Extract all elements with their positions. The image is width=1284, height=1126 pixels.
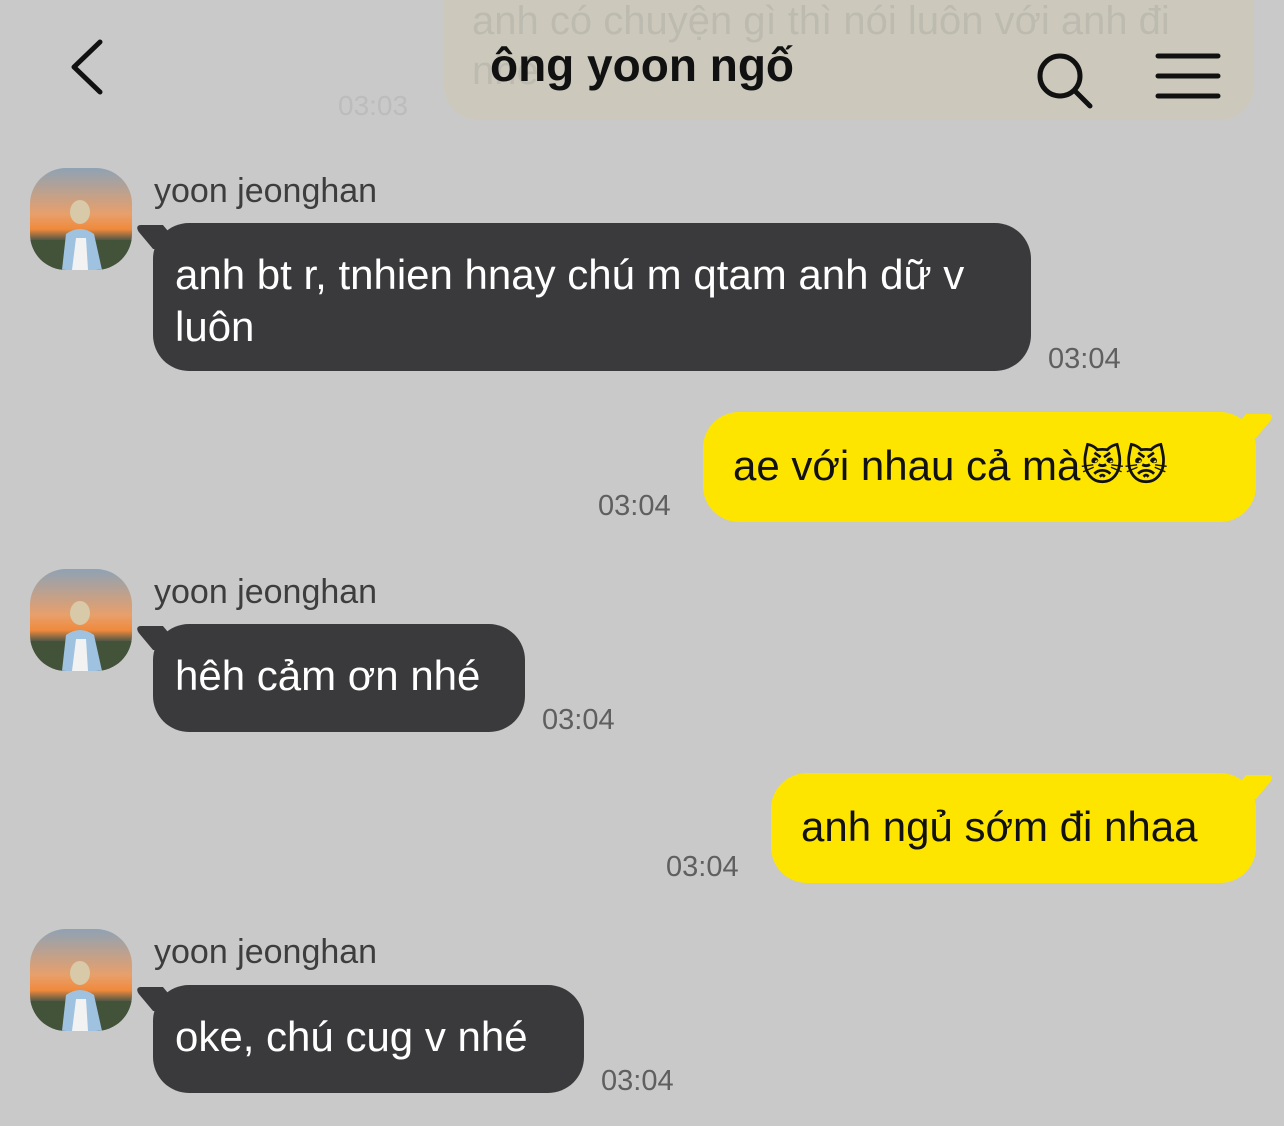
- profile-photo-sunset: [30, 929, 132, 1031]
- message-bubble-incoming[interactable]: oke, chú cug v nhé: [153, 985, 584, 1093]
- avatar[interactable]: [30, 929, 132, 1031]
- search-button[interactable]: [1030, 46, 1100, 116]
- message-text: oke, chú cug v nhé: [175, 1013, 528, 1060]
- message-bubble-outgoing[interactable]: anh ngủ sớm đi nhaa: [771, 773, 1256, 883]
- menu-button[interactable]: [1152, 48, 1224, 108]
- sender-name: yoon jeonghan: [154, 573, 378, 611]
- message-text: anh ngủ sớm đi nhaa: [801, 803, 1198, 850]
- profile-photo-sunset: [30, 569, 132, 671]
- message-text: ae với nhau cả mà😾😾: [733, 442, 1168, 489]
- sender-name: yoon jeonghan: [154, 172, 378, 210]
- message-time: 03:04: [1048, 343, 1121, 375]
- avatar[interactable]: [30, 569, 132, 671]
- message-time: 03:04: [666, 851, 739, 883]
- message-bubble-outgoing[interactable]: ae với nhau cả mà😾😾: [703, 412, 1256, 522]
- profile-photo-sunset: [30, 168, 132, 270]
- hamburger-menu-icon: [1155, 53, 1221, 99]
- chat-header: ông yoon ngố: [0, 0, 1284, 130]
- message-time: 03:04: [601, 1065, 674, 1097]
- message-bubble-incoming[interactable]: anh bt r, tnhien hnay chú m qtam anh dữ …: [153, 223, 1031, 371]
- message-time: 03:04: [542, 704, 615, 736]
- message-text: anh bt r, tnhien hnay chú m qtam anh dữ …: [175, 251, 965, 350]
- message-bubble-incoming[interactable]: hêh cảm ơn nhé: [153, 624, 525, 732]
- sender-name: yoon jeonghan: [154, 933, 378, 971]
- chat-screen: anh có chuyện gì thì nói luôn với anh đi…: [0, 0, 1284, 1126]
- message-time: 03:04: [598, 490, 671, 522]
- message-text: hêh cảm ơn nhé: [175, 652, 481, 699]
- avatar[interactable]: [30, 168, 132, 270]
- search-icon: [1037, 53, 1093, 109]
